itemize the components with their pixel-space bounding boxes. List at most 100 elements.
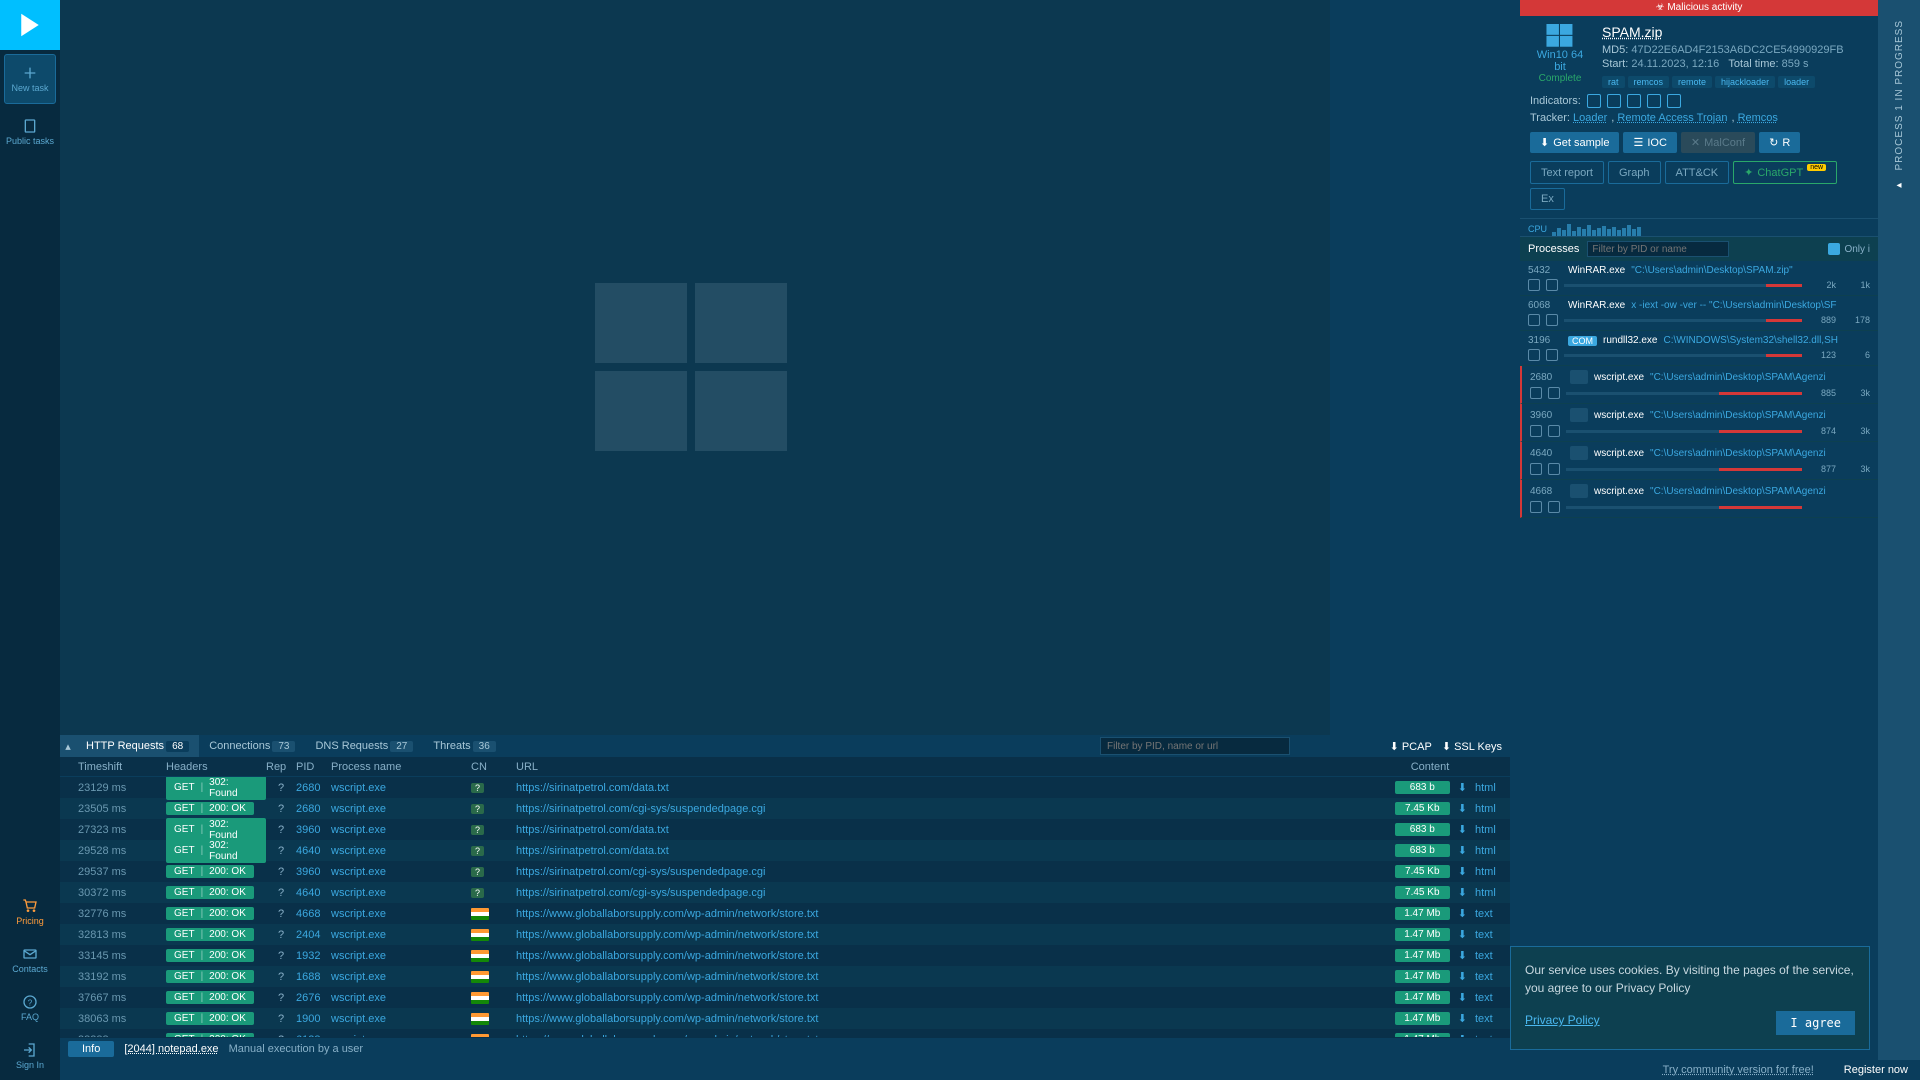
table-row[interactable]: 29528 ms GET|302: Found ? 4640 wscript.e… (60, 840, 1510, 861)
table-row[interactable]: 38063 ms GET|200: OK ? 1900 wscript.exe … (60, 1008, 1510, 1029)
tab-http[interactable]: HTTP Requests68 (76, 735, 199, 757)
clipboard-icon[interactable] (1607, 94, 1621, 108)
pcap-button[interactable]: ⬇ PCAP (1390, 740, 1432, 753)
restart-button[interactable]: ↻ R (1759, 132, 1800, 153)
app-logo[interactable] (0, 0, 60, 50)
table-row[interactable]: 30372 ms GET|200: OK ? 4640 wscript.exe … (60, 882, 1510, 903)
progress-strip[interactable]: PROCESS 1 IN PROGRESS ◂ (1878, 0, 1920, 1080)
new-task-button[interactable]: New task (4, 54, 56, 104)
graph-button[interactable]: Graph (1608, 161, 1661, 184)
tools-icon[interactable] (1647, 94, 1661, 108)
tab-connections[interactable]: Connections73 (199, 735, 305, 757)
tag[interactable]: remcos (1628, 76, 1670, 88)
indicator-icon (1546, 349, 1558, 361)
download-icon[interactable]: ⬇ (1458, 802, 1467, 815)
agree-button[interactable]: I agree (1776, 1011, 1855, 1035)
download-icon[interactable]: ⬇ (1458, 949, 1467, 962)
process-item[interactable]: 4668 wscript.exe "C:\Users\admin\Desktop… (1520, 480, 1878, 518)
indicator-icon (1528, 314, 1540, 326)
table-row[interactable]: 33192 ms GET|200: OK ? 1688 wscript.exe … (60, 966, 1510, 987)
contacts-button[interactable]: Contacts (4, 940, 56, 980)
info-bar: Info [2044] notepad.exe Manual execution… (60, 1038, 1510, 1060)
process-item[interactable]: 5432 WinRAR.exe "C:\Users\admin\Desktop\… (1520, 261, 1878, 296)
download-icon[interactable]: ⬇ (1458, 823, 1467, 836)
process-item[interactable]: 6068 WinRAR.exe x -iext -ow -ver -- "C:\… (1520, 296, 1878, 331)
table-row[interactable]: 37667 ms GET|200: OK ? 2676 wscript.exe … (60, 987, 1510, 1008)
download-icon[interactable]: ⬇ (1458, 928, 1467, 941)
tracker-link[interactable]: Remote Access Trojan (1617, 112, 1727, 124)
signin-button[interactable]: Sign In (4, 1036, 56, 1076)
get-sample-button[interactable]: ⬇ Get sample (1530, 132, 1619, 153)
pricing-button[interactable]: Pricing (4, 892, 56, 932)
export-button[interactable]: Ex (1530, 188, 1565, 210)
indicator-icon (1546, 314, 1558, 326)
table-row[interactable]: 23505 ms GET|200: OK ? 2680 wscript.exe … (60, 798, 1510, 819)
indicator-icon (1530, 501, 1542, 513)
tag[interactable]: loader (1778, 76, 1815, 88)
sslkeys-button[interactable]: ⬇ SSL Keys (1442, 740, 1502, 753)
register-button[interactable]: Register now (1844, 1064, 1908, 1076)
process-item[interactable]: 3196 COM rundll32.exe C:\WINDOWS\System3… (1520, 331, 1878, 366)
contacts-label: Contacts (12, 964, 48, 974)
process-item[interactable]: 4640 wscript.exe "C:\Users\admin\Desktop… (1520, 442, 1878, 480)
text-report-button[interactable]: Text report (1530, 161, 1604, 184)
table-row[interactable]: 32813 ms GET|200: OK ? 2404 wscript.exe … (60, 924, 1510, 945)
process-item[interactable]: 2680 wscript.exe "C:\Users\admin\Desktop… (1520, 366, 1878, 404)
code-icon[interactable] (1587, 94, 1601, 108)
tag[interactable]: hijackloader (1715, 76, 1775, 88)
try-free-link[interactable]: Try community version for free! (1663, 1064, 1814, 1076)
download-icon[interactable]: ⬇ (1458, 1012, 1467, 1025)
tab-dns[interactable]: DNS Requests27 (305, 735, 423, 757)
table-row[interactable]: 27323 ms GET|302: Found ? 3960 wscript.e… (60, 819, 1510, 840)
chatgpt-button[interactable]: ✦ ChatGPTnew (1733, 161, 1837, 184)
faq-button[interactable]: ? FAQ (4, 988, 56, 1028)
cpu-strip: CPU (1520, 219, 1878, 237)
biohazard-icon[interactable] (1627, 94, 1641, 108)
download-icon[interactable]: ⬇ (1458, 907, 1467, 920)
vm-screen[interactable] (60, 0, 1330, 735)
md5-value: 47D22E6AD4F2153A6DC2CE54990929FB (1631, 44, 1843, 56)
sample-name[interactable]: SPAM.zip (1602, 24, 1868, 40)
download-icon[interactable]: ⬇ (1458, 844, 1467, 857)
download-icon[interactable]: ⬇ (1458, 781, 1467, 794)
windows-logo-icon (595, 283, 795, 453)
only-important-toggle[interactable]: Only i (1828, 243, 1870, 255)
download-icon[interactable]: ⬇ (1458, 991, 1467, 1004)
network-table-header: Timeshift Headers Rep PID Process name C… (60, 757, 1510, 777)
footer-bar: Try community version for free! Register… (60, 1060, 1920, 1080)
table-row[interactable]: 29537 ms GET|200: OK ? 3960 wscript.exe … (60, 861, 1510, 882)
attck-button[interactable]: ATT&CK (1665, 161, 1730, 184)
copy-icon[interactable] (1667, 94, 1681, 108)
download-icon[interactable]: ⬇ (1458, 865, 1467, 878)
tag[interactable]: rat (1602, 76, 1625, 88)
table-row[interactable]: 38288 ms GET|200: OK ? 6128 wscript.exe … (60, 1029, 1510, 1037)
public-tasks-label: Public tasks (6, 136, 54, 146)
public-tasks-button[interactable]: Public tasks (4, 112, 56, 152)
right-panel: ☣ Malicious activity Win10 64 bit Comple… (1520, 0, 1878, 1080)
process-filter-input[interactable] (1587, 241, 1729, 257)
download-icon[interactable]: ⬇ (1458, 886, 1467, 899)
tab-threats[interactable]: Threats36 (423, 735, 505, 757)
download-icon[interactable]: ⬇ (1458, 970, 1467, 983)
tag[interactable]: remote (1672, 76, 1712, 88)
tracker-link[interactable]: Loader (1573, 112, 1607, 124)
ioc-button[interactable]: ☰ IOC (1623, 132, 1676, 153)
collapse-button[interactable]: ▴ (60, 735, 76, 757)
table-row[interactable]: 23129 ms GET|302: Found ? 2680 wscript.e… (60, 777, 1510, 798)
network-tabs: ▴ HTTP Requests68 Connections73 DNS Requ… (60, 735, 1510, 757)
process-list: 5432 WinRAR.exe "C:\Users\admin\Desktop\… (1520, 261, 1878, 518)
process-pair-icon (1570, 484, 1588, 498)
privacy-link[interactable]: Privacy Policy (1525, 1011, 1600, 1035)
svg-text:?: ? (28, 998, 33, 1007)
table-row[interactable]: 33145 ms GET|200: OK ? 1932 wscript.exe … (60, 945, 1510, 966)
table-row[interactable]: 32776 ms GET|200: OK ? 4668 wscript.exe … (60, 903, 1510, 924)
download-icon[interactable]: ⬇ (1458, 1033, 1467, 1037)
collapse-arrow-icon[interactable]: ◂ (1896, 180, 1901, 191)
tracker-link[interactable]: Remcos (1738, 112, 1778, 124)
info-tab[interactable]: Info (68, 1041, 114, 1057)
process-item[interactable]: 3960 wscript.exe "C:\Users\admin\Desktop… (1520, 404, 1878, 442)
info-process[interactable]: [2044] notepad.exe (124, 1043, 218, 1055)
indicator-icon (1548, 463, 1560, 475)
network-filter-input[interactable] (1100, 737, 1290, 755)
cookie-notice: Our service uses cookies. By visiting th… (1510, 946, 1870, 1050)
